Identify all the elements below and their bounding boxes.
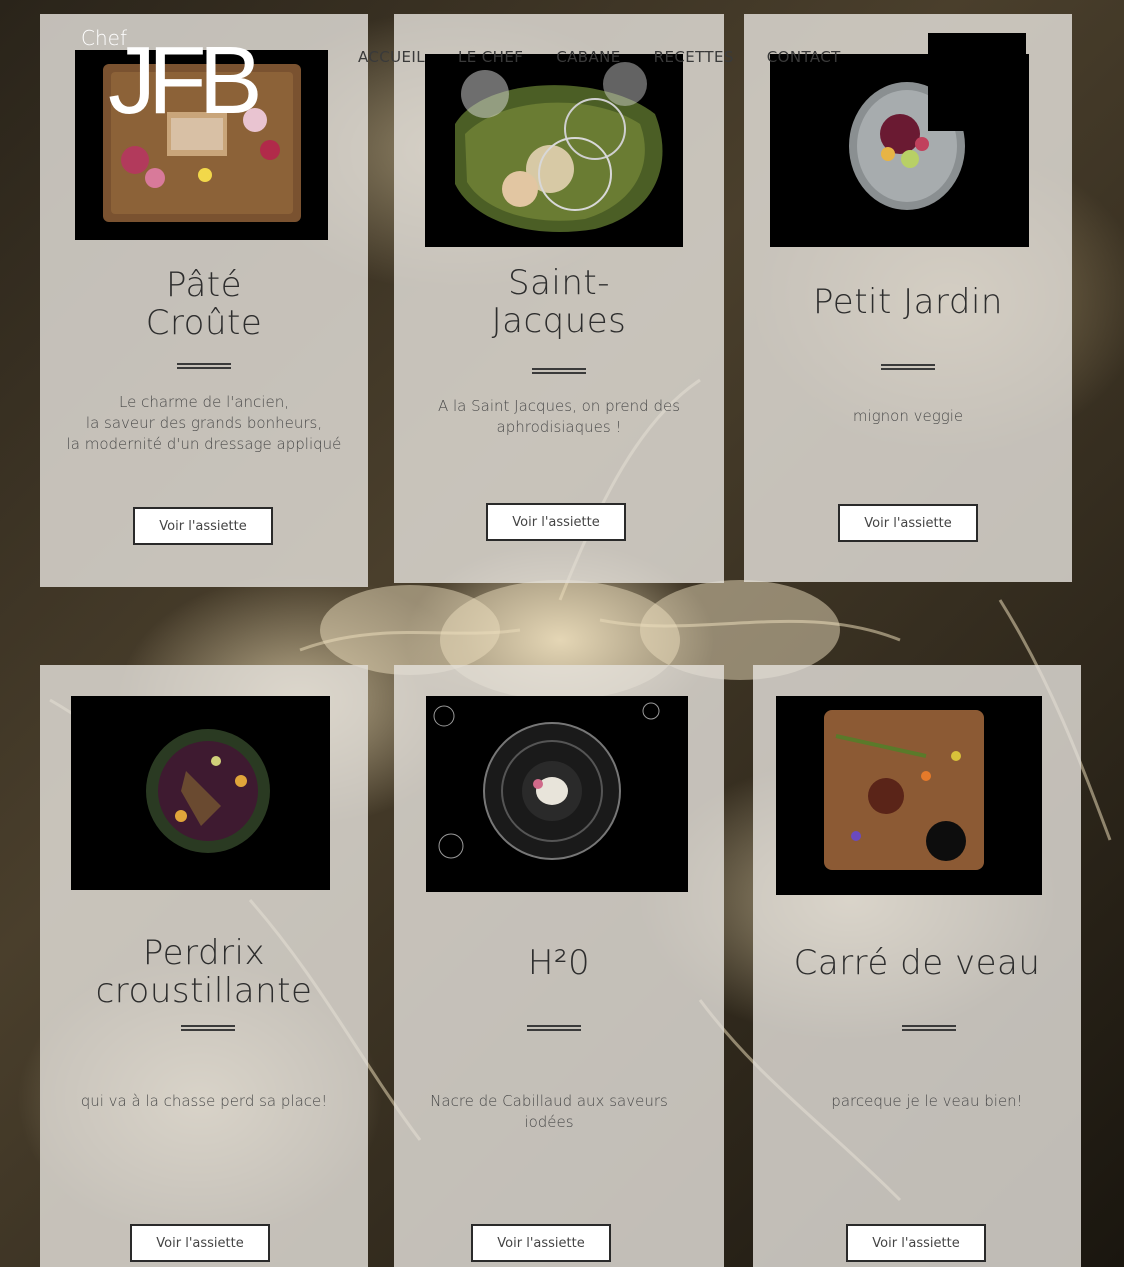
main-navigation: ACCUEIL LE CHEF CABANE RECETTES CONTACT	[358, 48, 841, 66]
saint-jacques-plate-illustration	[455, 62, 663, 232]
description-line: mignon veggie	[852, 407, 964, 425]
voir-assiette-button[interactable]: Voir l'assiette	[838, 504, 978, 542]
title-divider	[881, 364, 935, 370]
description-line: parceque je le veau bien!	[831, 1092, 1023, 1110]
card-description: Le charme de l'ancien, la saveur des gra…	[60, 392, 348, 455]
nav-item-cabane[interactable]: CABANE	[556, 48, 620, 66]
nav-item-le-chef[interactable]: LE CHEF	[458, 48, 523, 66]
dish-photo	[776, 696, 1042, 895]
card-title-line2: croustillante	[95, 971, 313, 1011]
card-title: Pâté	[165, 265, 243, 305]
voir-assiette-button[interactable]: Voir l'assiette	[486, 503, 626, 541]
nav-item-accueil[interactable]: ACCUEIL	[358, 48, 425, 66]
card-description: parceque je le veau bien!	[783, 1091, 1071, 1112]
dish-photo	[71, 696, 330, 890]
recipe-card-carre-de-veau: Carré de veau parceque je le veau bien! …	[753, 665, 1081, 1267]
description-line: Nacre de Cabillaud aux saveurs	[430, 1092, 668, 1110]
card-title-line2: Croûte	[145, 303, 263, 343]
description-line: la modernité d'un dressage appliqué	[66, 435, 342, 453]
card-title: Perdrix	[142, 933, 266, 973]
description-line: aphrodisiaques !	[496, 418, 622, 436]
card-title: H²0	[527, 943, 591, 983]
recipe-card-perdrix: Perdrix croustillante qui va à la chasse…	[40, 665, 368, 1267]
card-title: Saint-	[507, 263, 610, 303]
perdrix-plate-illustration	[146, 729, 270, 853]
nav-item-recettes[interactable]: RECETTES	[654, 48, 734, 66]
carre-veau-plate-illustration	[824, 710, 984, 870]
recipe-card-saint-jacques: Saint- Jacques A la Saint Jacques, on pr…	[394, 14, 724, 583]
card-description: A la Saint Jacques, on prend des aphrodi…	[414, 396, 704, 438]
card-title: Petit Jardin	[813, 282, 1003, 322]
title-divider	[181, 1025, 235, 1031]
recipe-card-h2o: H²0 Nacre de Cabillaud aux saveurs iodée…	[394, 665, 724, 1267]
title-divider	[532, 368, 586, 374]
social-widget-placeholder[interactable]	[928, 33, 1026, 131]
h2o-plate-illustration	[433, 702, 660, 860]
card-description: Nacre de Cabillaud aux saveurs iodées	[404, 1091, 694, 1133]
voir-assiette-button[interactable]: Voir l'assiette	[471, 1224, 611, 1262]
dish-photo	[425, 54, 683, 247]
title-divider	[177, 363, 231, 369]
card-description: mignon veggie	[764, 406, 1052, 427]
voir-assiette-button[interactable]: Voir l'assiette	[130, 1224, 270, 1262]
description-line: Le charme de l'ancien,	[119, 393, 289, 411]
description-line: A la Saint Jacques, on prend des	[437, 397, 681, 415]
description-line: la saveur des grands bonheurs,	[85, 414, 323, 432]
card-description: qui va à la chasse perd sa place!	[60, 1091, 348, 1112]
logo-jfb[interactable]: JFB	[108, 26, 263, 136]
voir-assiette-button[interactable]: Voir l'assiette	[846, 1224, 986, 1262]
card-title-line2: Jacques	[491, 301, 627, 341]
dish-photo	[426, 696, 688, 892]
voir-assiette-button[interactable]: Voir l'assiette	[133, 507, 273, 545]
title-divider	[527, 1025, 581, 1031]
card-title: Carré de veau	[793, 943, 1041, 983]
nav-item-contact[interactable]: CONTACT	[767, 48, 841, 66]
description-line: iodées	[524, 1113, 574, 1131]
description-line: qui va à la chasse perd sa place!	[80, 1092, 328, 1110]
title-divider	[902, 1025, 956, 1031]
